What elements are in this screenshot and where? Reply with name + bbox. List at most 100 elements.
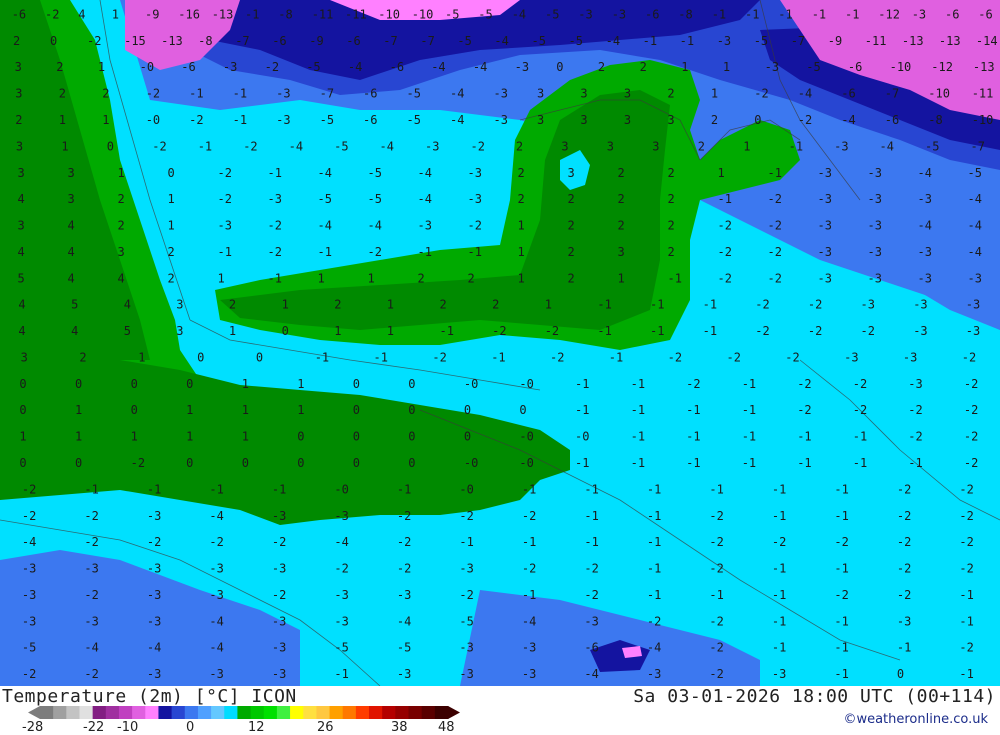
temperature-value: -2 [897, 562, 911, 576]
temperature-value: -1 [668, 271, 682, 285]
temperature-value: 1 [138, 351, 145, 365]
temperature-value: 2 [668, 166, 675, 180]
temperature-value: 4 [118, 271, 125, 285]
temperature-value: -2 [797, 377, 811, 391]
colorbar-swatch [66, 706, 80, 719]
colorbar-swatch [211, 706, 225, 719]
temperature-value: 2 [59, 87, 66, 101]
colorbar-swatch [369, 706, 383, 719]
temperature-value: -13 [161, 34, 183, 48]
temperature-value: 2 [568, 245, 575, 259]
credit-link[interactable]: ©weatheronline.co.uk [843, 712, 988, 727]
temperature-value: 1 [518, 245, 525, 259]
temperature-value: -6 [848, 60, 862, 74]
temperature-value: -3 [459, 641, 473, 655]
temperature-value: 0 [297, 430, 304, 444]
temperature-value: -3 [459, 562, 473, 576]
temperature-value: 0 [19, 403, 26, 417]
temperature-value: -4 [512, 8, 526, 22]
temperature-value: -1 [797, 456, 811, 470]
temperature-value: -1 [718, 192, 732, 206]
temperature-value: -2 [798, 113, 812, 127]
temperature-value: 3 [607, 139, 614, 153]
colorbar-swatch [250, 706, 265, 719]
temperature-value: -1 [772, 588, 786, 602]
temperature-value: -3 [209, 562, 223, 576]
temperature-value: -5 [457, 34, 471, 48]
temperature-value: -8 [928, 113, 942, 127]
temperature-value: -1 [374, 351, 388, 365]
temperature-value: -1 [772, 641, 786, 655]
temperature-value: -4 [209, 509, 223, 523]
temperature-value: -13 [973, 60, 995, 74]
temperature-value: -2 [709, 562, 723, 576]
colorbar-swatch [105, 706, 120, 719]
temperature-value: 3 [652, 139, 659, 153]
temperature-value: -1 [315, 351, 329, 365]
temperature-value: -10 [928, 87, 950, 101]
temperature-value: 3 [580, 87, 587, 101]
temperature-value: 1 [297, 403, 304, 417]
temperature-value: -0 [334, 482, 348, 496]
temperature-value: -2 [709, 614, 723, 628]
temperature-value: -5 [368, 166, 382, 180]
temperature-value: 0 [168, 166, 175, 180]
temperature-value: -7 [885, 87, 899, 101]
temperature-value: -2 [87, 34, 101, 48]
temperature-value: 1 [229, 324, 236, 338]
temperature-value: -3 [494, 113, 508, 127]
temperature-value: 1 [61, 139, 68, 153]
temperature-value: 2 [711, 113, 718, 127]
colorbar-swatch [145, 706, 159, 719]
temperature-value: 1 [723, 60, 730, 74]
temperature-value: 4 [124, 298, 131, 312]
temperature-value: -16 [178, 8, 200, 22]
temperature-value: -3 [147, 509, 161, 523]
temperature-value: -1 [959, 614, 973, 628]
colorbar-swatch [434, 706, 449, 719]
temperature-value: -5 [545, 8, 559, 22]
temperature-value: 3 [68, 166, 75, 180]
temperature-value: -2 [368, 245, 382, 259]
temperature-value: -3 [918, 192, 932, 206]
temperature-value: -2 [709, 641, 723, 655]
temperature-value: 4 [78, 8, 85, 22]
temperature-value: 0 [19, 377, 26, 391]
temperature-value: -1 [597, 324, 611, 338]
temperature-value: -2 [522, 509, 536, 523]
temperature-value: 2 [668, 192, 675, 206]
temperature-value: -2 [146, 87, 160, 101]
temperature-value: -2 [668, 351, 682, 365]
temperature-value: -6 [645, 8, 659, 22]
temperature-value: -2 [834, 535, 848, 549]
temperature-value: -2 [686, 377, 700, 391]
temperature-value: -3 [22, 562, 36, 576]
temperature-value: -3 [209, 588, 223, 602]
colorbar-swatch [197, 706, 212, 719]
temperature-value: -2 [272, 588, 286, 602]
temperature-value: -5 [306, 60, 320, 74]
temperature-value: -2 [492, 324, 506, 338]
temperature-value: -1 [631, 377, 645, 391]
colorbar-swatch [224, 706, 238, 719]
temperature-value: 2 [518, 166, 525, 180]
temperature-value: 1 [334, 324, 341, 338]
temperature-value: -1 [272, 482, 286, 496]
temperature-value: 3 [16, 139, 23, 153]
temperature-value: 3 [15, 87, 22, 101]
temperature-value: 1 [186, 430, 193, 444]
temperature-value: -1 [703, 324, 717, 338]
temperature-value: -3 [147, 667, 161, 681]
temperature-value: -2 [808, 324, 822, 338]
temperature-value: -3 [818, 271, 832, 285]
temperature-value: -3 [772, 667, 786, 681]
temperature-value: -3 [966, 298, 980, 312]
temperature-value: -0 [519, 377, 533, 391]
temperature-value: -2 [218, 166, 232, 180]
temperature-value: -2 [964, 456, 978, 470]
temperature-value: -2 [718, 271, 732, 285]
temperature-value: -1 [647, 535, 661, 549]
temperature-value: 0 [107, 139, 114, 153]
temperature-value: 3 [176, 324, 183, 338]
temperature-value: 2 [668, 245, 675, 259]
